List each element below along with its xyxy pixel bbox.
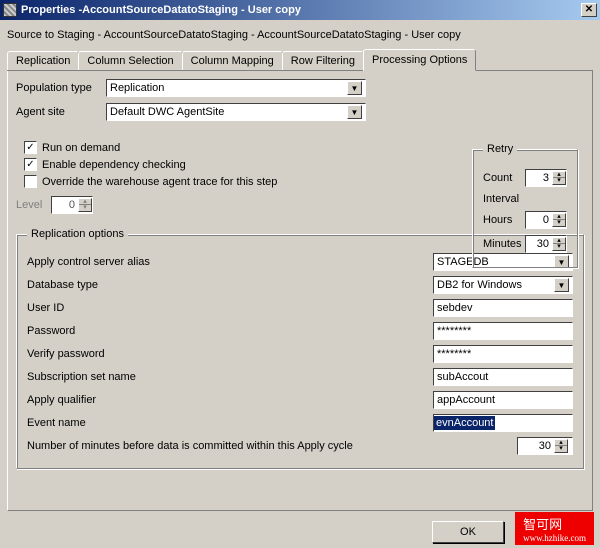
tab-column-selection[interactable]: Column Selection [78, 51, 182, 70]
db-type-select[interactable]: DB2 for Windows ▼ [433, 276, 573, 294]
population-type-label: Population type [16, 82, 106, 94]
retry-hours-input[interactable]: ▴▾ [525, 211, 567, 229]
tab-row-filtering[interactable]: Row Filtering [282, 51, 364, 70]
apply-qualifier-input[interactable] [433, 391, 573, 409]
retry-group: Retry Count ▴▾ Interval Hours ▴▾ Minutes [472, 143, 578, 268]
watermark: 智可网 www.hzhike.com [515, 512, 594, 545]
chevron-down-icon: ▼ [347, 81, 362, 95]
retry-minutes-label: Minutes [483, 238, 522, 250]
password-label: Password [27, 325, 433, 337]
breadcrumb: Source to Staging - AccountSourceDatatoS… [7, 25, 593, 49]
chevron-down-icon: ▼ [554, 278, 569, 292]
close-button[interactable]: ✕ [581, 3, 597, 17]
user-id-input[interactable] [433, 299, 573, 317]
spinner-icon[interactable]: ▴▾ [552, 237, 566, 251]
tab-processing-options[interactable]: Processing Options [363, 49, 476, 71]
tab-replication[interactable]: Replication [7, 51, 79, 70]
verify-password-label: Verify password [27, 348, 433, 360]
spinner-icon[interactable]: ▴▾ [554, 439, 568, 453]
user-id-label: User ID [27, 302, 433, 314]
spinner-icon: ▴▾ [78, 198, 92, 212]
tab-panel: Population type Replication ▼ Agent site… [7, 71, 593, 511]
enable-dependency-label: Enable dependency checking [42, 159, 186, 171]
commit-minutes-input[interactable]: ▴▾ [517, 437, 573, 455]
window-title: Properties -AccountSourceDatatoStaging -… [21, 4, 301, 16]
tab-column-mapping[interactable]: Column Mapping [182, 51, 283, 70]
ok-button[interactable]: OK [432, 521, 504, 543]
titlebar: Properties -AccountSourceDatatoStaging -… [0, 0, 600, 20]
verify-password-input[interactable] [433, 345, 573, 363]
population-type-select[interactable]: Replication ▼ [106, 79, 366, 97]
run-on-demand-checkbox[interactable]: ✓ [24, 141, 37, 154]
sub-set-label: Subscription set name [27, 371, 433, 383]
retry-minutes-input[interactable]: ▴▾ [525, 235, 567, 253]
event-name-label: Event name [27, 417, 433, 429]
level-label: Level [16, 199, 51, 211]
retry-interval-label: Interval [483, 193, 567, 205]
override-trace-label: Override the warehouse agent trace for t… [42, 176, 277, 188]
tab-strip: Replication Column Selection Column Mapp… [7, 49, 593, 71]
enable-dependency-checkbox[interactable]: ✓ [24, 158, 37, 171]
replication-legend: Replication options [27, 228, 128, 240]
spinner-icon[interactable]: ▴▾ [552, 213, 566, 227]
apply-server-label: Apply control server alias [27, 256, 433, 268]
run-on-demand-label: Run on demand [42, 142, 120, 154]
retry-count-label: Count [483, 172, 512, 184]
retry-legend: Retry [483, 143, 517, 155]
agent-site-label: Agent site [16, 106, 106, 118]
commit-minutes-label: Number of minutes before data is committ… [27, 440, 517, 452]
password-input[interactable] [433, 322, 573, 340]
retry-hours-label: Hours [483, 214, 512, 226]
override-trace-checkbox[interactable] [24, 175, 37, 188]
dialog-buttons: OK [432, 521, 504, 543]
sub-set-input[interactable] [433, 368, 573, 386]
chevron-down-icon: ▼ [347, 105, 362, 119]
spinner-icon[interactable]: ▴▾ [552, 171, 566, 185]
retry-count-input[interactable]: ▴▾ [525, 169, 567, 187]
event-name-input[interactable]: evnAccount [433, 414, 573, 432]
agent-site-select[interactable]: Default DWC AgentSite ▼ [106, 103, 366, 121]
db-type-label: Database type [27, 279, 433, 291]
level-input: ▴▾ [51, 196, 93, 214]
apply-qualifier-label: Apply qualifier [27, 394, 433, 406]
app-icon [3, 3, 17, 17]
